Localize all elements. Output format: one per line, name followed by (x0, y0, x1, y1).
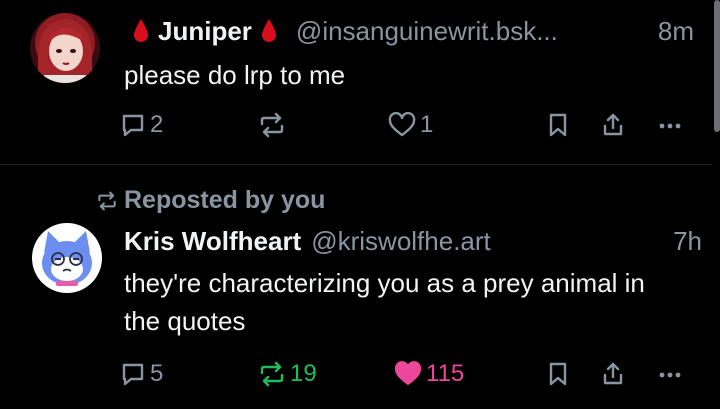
like-button[interactable]: 1 (388, 108, 433, 142)
repost-indicator[interactable]: Reposted by you (96, 186, 325, 215)
scrollbar[interactable] (714, 0, 720, 132)
post-header: Juniper @insanguinewrit.bsk... 8m (124, 13, 694, 49)
bookmark-button[interactable] (546, 357, 570, 391)
repost-button[interactable]: 19 (258, 357, 317, 391)
repost-icon (260, 361, 284, 387)
reply-icon (122, 114, 144, 137)
repost-icon (98, 191, 116, 210)
like-button[interactable]: 115 (394, 357, 464, 391)
share-button[interactable] (600, 357, 626, 391)
more-icon (659, 372, 681, 378)
avatar[interactable] (32, 223, 102, 293)
post-text: they're characterizing you as a prey ani… (124, 268, 645, 336)
author-name[interactable]: Juniper (158, 16, 252, 47)
author-handle[interactable]: @kriswolfhe.art (311, 226, 491, 257)
repost-icon (260, 112, 284, 138)
post-header: Kris Wolfheart @kriswolfhe.art 7h (124, 223, 702, 259)
post-time[interactable]: 7h (663, 226, 702, 257)
post-time[interactable]: 8m (648, 16, 694, 47)
blood-drop-icon (134, 19, 148, 42)
like-count: 1 (420, 111, 434, 138)
more-options-button[interactable] (656, 357, 684, 391)
post-actions: 2 1 (120, 108, 694, 142)
more-options-button[interactable] (656, 108, 684, 142)
share-icon (603, 113, 623, 136)
like-count: 115 (426, 360, 465, 387)
blood-drop-icon (261, 19, 276, 42)
reply-button[interactable]: 5 (120, 357, 163, 391)
share-button[interactable] (600, 108, 626, 142)
heart-icon (394, 361, 422, 385)
author-name[interactable]: Kris Wolfheart (124, 226, 301, 257)
share-icon (603, 362, 623, 385)
post-text: please do lrp to me (124, 60, 346, 90)
bookmark-button[interactable] (546, 108, 570, 142)
repost-label: Reposted by you (124, 186, 326, 214)
bookmark-icon (549, 362, 567, 386)
heart-icon (388, 112, 416, 137)
more-icon (659, 123, 681, 129)
avatar[interactable] (30, 13, 100, 83)
reply-icon (122, 363, 144, 386)
author-handle[interactable]: @insanguinewrit.bsk... (296, 16, 558, 47)
reply-count: 2 (150, 111, 164, 138)
repost-count: 19 (290, 360, 317, 387)
post-actions: 5 19 115 (120, 357, 702, 391)
reply-count: 5 (150, 360, 164, 387)
post-divider (0, 164, 712, 165)
feed-post[interactable]: Juniper @insanguinewrit.bsk... 8m please… (0, 0, 712, 164)
repost-button[interactable] (258, 108, 290, 142)
bookmark-icon (549, 113, 567, 137)
reply-button[interactable]: 2 (120, 108, 163, 142)
